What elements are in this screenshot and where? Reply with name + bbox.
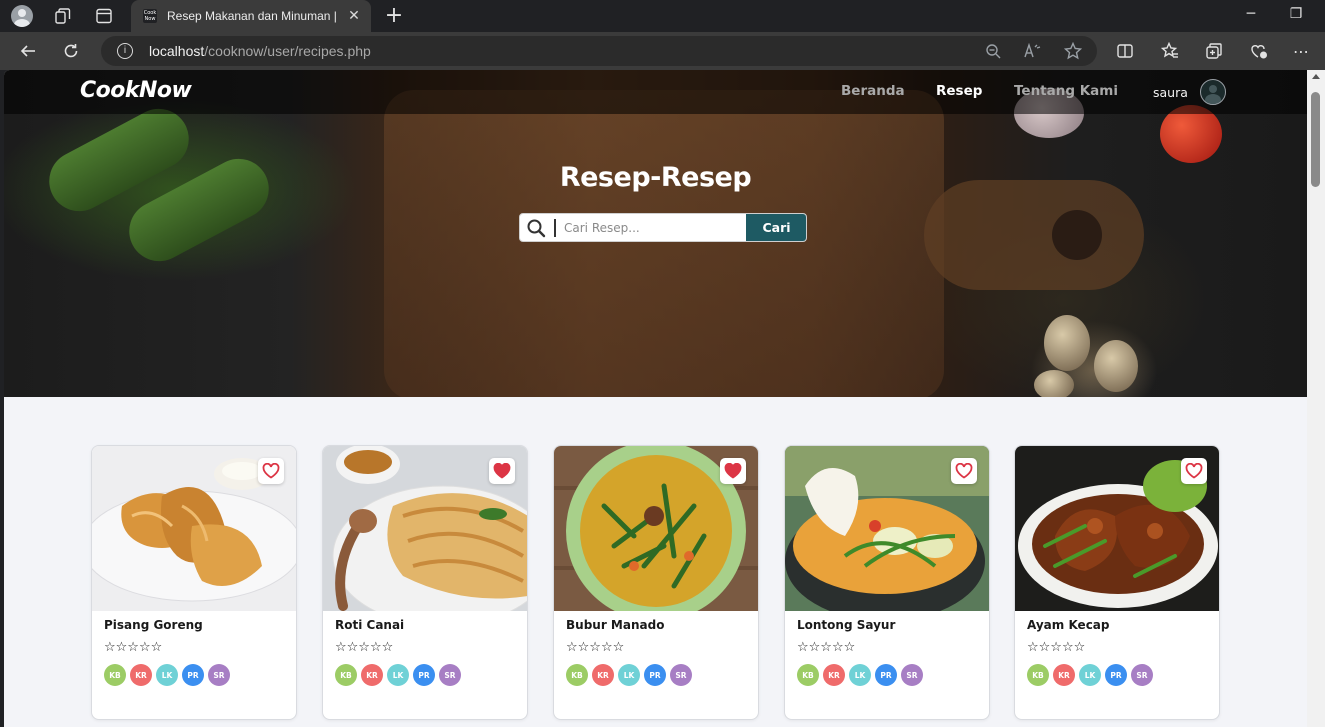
category-badges: KB KR LK PR SR <box>566 664 692 686</box>
badge-lk: LK <box>618 664 640 686</box>
back-arrow-icon[interactable] <box>17 40 39 62</box>
search-input[interactable] <box>558 216 743 239</box>
badge-sr: SR <box>1131 664 1153 686</box>
favorite-button[interactable] <box>1181 458 1207 484</box>
star-rating: ☆☆☆☆☆ <box>104 640 163 655</box>
badge-pr: PR <box>644 664 666 686</box>
site-logo[interactable]: CookNow <box>80 78 192 103</box>
recipe-card-roti-canai[interactable]: Roti Canai ☆☆☆☆☆ KB KR LK PR SR <box>322 445 528 720</box>
heart-filled-icon <box>724 463 742 479</box>
badge-kb: KB <box>1027 664 1049 686</box>
recipe-search-form: Cari <box>519 213 807 242</box>
collections-icon[interactable] <box>1203 40 1225 62</box>
badge-kr: KR <box>361 664 383 686</box>
tab-close-icon[interactable]: ✕ <box>347 8 361 24</box>
badge-pr: PR <box>875 664 897 686</box>
url-text[interactable]: localhost/cooknow/user/recipes.php <box>149 43 371 59</box>
favorite-button[interactable] <box>258 458 284 484</box>
star-rating: ☆☆☆☆☆ <box>1027 640 1086 655</box>
scroll-up-arrow-icon[interactable] <box>1312 74 1320 79</box>
page-title: Resep-Resep <box>559 162 752 193</box>
zoom-out-icon[interactable] <box>983 41 1003 61</box>
badge-sr: SR <box>901 664 923 686</box>
vertical-tabs-icon[interactable] <box>93 5 115 27</box>
badge-kb: KB <box>335 664 357 686</box>
recipe-card-bubur-manado[interactable]: Bubur Manado ☆☆☆☆☆ KB KR LK PR SR <box>553 445 759 720</box>
badge-lk: LK <box>387 664 409 686</box>
recipe-title[interactable]: Bubur Manado <box>566 618 664 632</box>
refresh-icon[interactable] <box>60 40 82 62</box>
search-button[interactable]: Cari <box>746 214 806 241</box>
badge-kr: KR <box>823 664 845 686</box>
browser-tab-active[interactable]: Cook Now Resep Makanan dan Minuman | Coo… <box>131 0 371 32</box>
nav-link-beranda[interactable]: Beranda <box>841 83 905 99</box>
badge-sr: SR <box>670 664 692 686</box>
badge-pr: PR <box>1105 664 1127 686</box>
heart-outline-icon <box>262 463 280 479</box>
read-aloud-icon[interactable] <box>1022 41 1042 61</box>
cutting-board-background <box>384 90 944 397</box>
recipe-title[interactable]: Roti Canai <box>335 618 404 632</box>
new-tab-button[interactable]: + <box>383 5 405 27</box>
favorites-icon[interactable] <box>1159 40 1181 62</box>
user-name[interactable]: saura <box>1153 85 1188 100</box>
address-toolbar: i localhost/cooknow/user/recipes.php ⋯ <box>0 32 1325 70</box>
heart-outline-icon <box>955 463 973 479</box>
badge-pr: PR <box>182 664 204 686</box>
recipe-title[interactable]: Ayam Kecap <box>1027 618 1110 632</box>
recipe-title[interactable]: Lontong Sayur <box>797 618 895 632</box>
scrollbar-thumb[interactable] <box>1311 92 1320 187</box>
star-rating: ☆☆☆☆☆ <box>566 640 625 655</box>
category-badges: KB KR LK PR SR <box>104 664 230 686</box>
hero-banner: CookNow Beranda Resep Tentang Kami saura… <box>4 70 1307 397</box>
favorite-star-icon[interactable] <box>1063 41 1083 61</box>
split-screen-icon[interactable] <box>1114 40 1136 62</box>
favorite-button[interactable] <box>489 458 515 484</box>
recipe-title[interactable]: Pisang Goreng <box>104 618 203 632</box>
recipe-card-lontong-sayur[interactable]: Lontong Sayur ☆☆☆☆☆ KB KR LK PR SR <box>784 445 990 720</box>
workspaces-icon[interactable] <box>52 5 74 27</box>
badge-pr: PR <box>413 664 435 686</box>
restore-window-icon[interactable]: ❐ <box>1286 6 1306 22</box>
heart-filled-icon <box>493 463 511 479</box>
minimize-window-icon[interactable]: ─ <box>1241 6 1261 22</box>
site-navbar: CookNow Beranda Resep Tentang Kami saura <box>4 70 1307 114</box>
heart-outline-icon <box>1185 463 1203 479</box>
star-rating: ☆☆☆☆☆ <box>797 640 856 655</box>
category-badges: KB KR LK PR SR <box>1027 664 1153 686</box>
more-menu-icon[interactable]: ⋯ <box>1290 40 1312 62</box>
site-favicon-icon: Cook Now <box>143 9 157 23</box>
star-rating: ☆☆☆☆☆ <box>335 640 394 655</box>
badge-sr: SR <box>208 664 230 686</box>
badge-lk: LK <box>1079 664 1101 686</box>
badge-kr: KR <box>1053 664 1075 686</box>
user-avatar-icon[interactable] <box>1200 79 1226 105</box>
badge-sr: SR <box>439 664 461 686</box>
page-viewport: CookNow Beranda Resep Tentang Kami saura… <box>4 70 1307 727</box>
address-bar[interactable]: i localhost/cooknow/user/recipes.php <box>101 36 1097 66</box>
badge-lk: LK <box>156 664 178 686</box>
badge-kb: KB <box>797 664 819 686</box>
favorite-button[interactable] <box>951 458 977 484</box>
tab-title: Resep Makanan dan Minuman | CookNow <box>167 9 339 23</box>
quail-egg-decoration <box>1044 315 1090 371</box>
nav-link-tentang-kami[interactable]: Tentang Kami <box>1014 83 1118 99</box>
favorite-button[interactable] <box>720 458 746 484</box>
page-scrollbar[interactable] <box>1307 70 1325 727</box>
search-icon <box>527 219 546 238</box>
badge-lk: LK <box>849 664 871 686</box>
browser-tab-strip: Cook Now Resep Makanan dan Minuman | Coo… <box>0 0 1325 32</box>
nav-link-resep[interactable]: Resep <box>936 83 982 99</box>
badge-kb: KB <box>104 664 126 686</box>
category-badges: KB KR LK PR SR <box>335 664 461 686</box>
recipe-card-pisang-goreng[interactable]: Pisang Goreng ☆☆☆☆☆ KB KR LK PR SR <box>91 445 297 720</box>
category-badges: KB KR LK PR SR <box>797 664 923 686</box>
badge-kr: KR <box>592 664 614 686</box>
badge-kb: KB <box>566 664 588 686</box>
browser-profile-icon[interactable] <box>11 5 33 27</box>
badge-kr: KR <box>130 664 152 686</box>
recipe-card-ayam-kecap[interactable]: Ayam Kecap ☆☆☆☆☆ KB KR LK PR SR <box>1014 445 1220 720</box>
site-info-icon[interactable]: i <box>117 43 133 59</box>
browser-essentials-icon[interactable] <box>1248 40 1270 62</box>
